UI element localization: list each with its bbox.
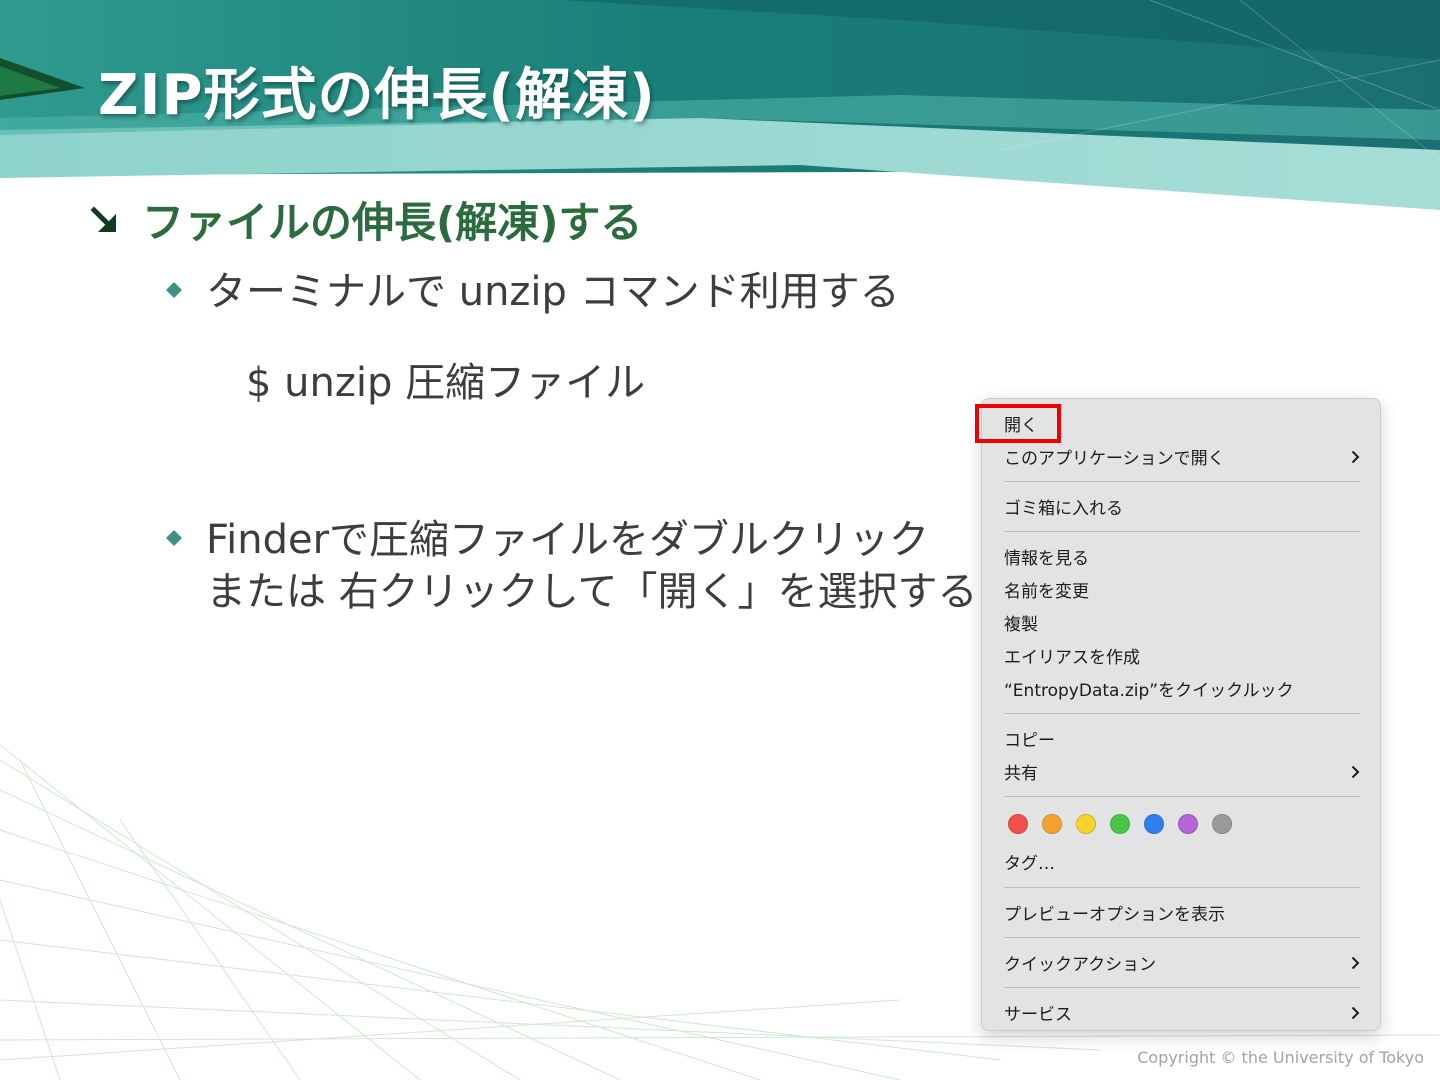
menu-separator bbox=[1004, 796, 1360, 797]
menu-separator bbox=[1004, 987, 1360, 988]
tag-yellow[interactable] bbox=[1076, 814, 1096, 834]
menu-separator bbox=[1004, 887, 1360, 888]
bullet-text: Finderで圧縮ファイルをダブルクリック または 右クリックして「開く」を選択… bbox=[206, 514, 978, 618]
bullet-line: または 右クリックして「開く」を選択する bbox=[206, 569, 978, 615]
menu-separator bbox=[1004, 481, 1360, 482]
menu-item-label: コピー bbox=[1004, 731, 1055, 751]
tag-color-row bbox=[982, 805, 1380, 843]
diamond-bullet-icon bbox=[166, 282, 182, 298]
menu-item-move-to-trash[interactable]: ゴミ箱に入れる bbox=[982, 490, 1380, 523]
slide-title: ZIP形式の伸長(解凍) bbox=[98, 63, 656, 128]
menu-item-rename[interactable]: 名前を変更 bbox=[982, 573, 1380, 606]
menu-separator bbox=[1004, 531, 1360, 532]
menu-item-duplicate[interactable]: 複製 bbox=[982, 606, 1380, 639]
bullet-finder: Finderで圧縮ファイルをダブルクリック または 右クリックして「開く」を選択… bbox=[166, 514, 978, 618]
tag-blue[interactable] bbox=[1144, 814, 1164, 834]
menu-item-share[interactable]: 共有 bbox=[982, 755, 1380, 788]
menu-item-label: タグ… bbox=[1004, 853, 1055, 874]
menu-item-label: 複製 bbox=[1004, 615, 1038, 635]
menu-item-label: クイックアクション bbox=[1004, 955, 1157, 975]
tag-orange[interactable] bbox=[1042, 814, 1062, 834]
menu-item-label: 名前を変更 bbox=[1004, 582, 1089, 602]
copyright-notice: Copyright © the University of Tokyo bbox=[1137, 1048, 1424, 1067]
menu-separator bbox=[1004, 937, 1360, 938]
context-menu: 開く このアプリケーションで開く ゴミ箱に入れる 情報を見る 名前を変更 複製 … bbox=[981, 398, 1381, 1031]
bullet-text: ターミナルで unzip コマンド利用する bbox=[206, 269, 900, 315]
tag-purple[interactable] bbox=[1178, 814, 1198, 834]
menu-item-show-preview-options[interactable]: プレビューオプションを表示 bbox=[982, 896, 1380, 929]
menu-item-quick-actions[interactable]: クイックアクション bbox=[982, 946, 1380, 979]
menu-item-label: サービス bbox=[1004, 1005, 1072, 1025]
menu-item-label: このアプリケーションで開く bbox=[1004, 449, 1225, 469]
menu-item-copy[interactable]: コピー bbox=[982, 722, 1380, 755]
bullet-line: Finderで圧縮ファイルをダブルクリック bbox=[206, 517, 930, 563]
menu-item-tags[interactable]: タグ… bbox=[982, 843, 1380, 879]
highlight-open-box bbox=[975, 404, 1061, 443]
menu-item-label: エイリアスを作成 bbox=[1004, 648, 1140, 668]
chevron-right-icon bbox=[1351, 1006, 1360, 1019]
menu-item-get-info[interactable]: 情報を見る bbox=[982, 540, 1380, 573]
menu-item-label: 共有 bbox=[1004, 764, 1038, 784]
tag-gray[interactable] bbox=[1212, 814, 1232, 834]
menu-item-label: 情報を見る bbox=[1004, 549, 1089, 569]
tag-green[interactable] bbox=[1110, 814, 1130, 834]
arrow-down-right-icon bbox=[90, 206, 116, 232]
menu-separator bbox=[1004, 713, 1360, 714]
menu-item-make-alias[interactable]: エイリアスを作成 bbox=[982, 639, 1380, 672]
menu-item-quick-look[interactable]: “EntropyData.zip”をクイックルック bbox=[982, 672, 1380, 705]
chevron-right-icon bbox=[1351, 956, 1360, 969]
bullet-terminal: ターミナルで unzip コマンド利用する bbox=[166, 266, 900, 318]
chevron-right-icon bbox=[1351, 450, 1360, 463]
menu-item-label: ゴミ箱に入れる bbox=[1004, 499, 1123, 519]
menu-item-label: プレビューオプションを表示 bbox=[1004, 905, 1225, 925]
heading-text: ファイルの伸長(解凍)する bbox=[142, 197, 643, 247]
menu-item-open-with[interactable]: このアプリケーションで開く bbox=[982, 440, 1380, 473]
tag-red[interactable] bbox=[1008, 814, 1028, 834]
diamond-bullet-icon bbox=[166, 530, 182, 546]
command-example: $ unzip 圧縮ファイル bbox=[246, 360, 646, 406]
menu-item-label: “EntropyData.zip”をクイックルック bbox=[1004, 681, 1294, 701]
menu-item-services[interactable]: サービス bbox=[982, 996, 1380, 1029]
chevron-right-icon bbox=[1351, 765, 1360, 778]
section-heading: ファイルの伸長(解凍)する bbox=[90, 192, 642, 247]
